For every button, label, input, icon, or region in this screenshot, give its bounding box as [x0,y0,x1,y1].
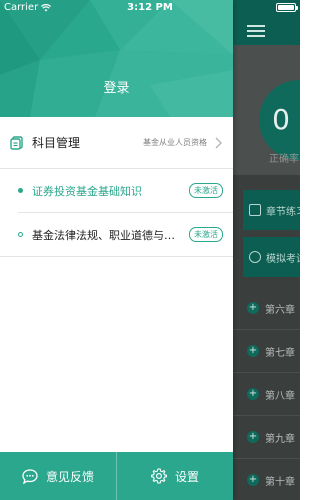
mock-exam-label: 模拟考试 [266,253,300,265]
status-time: 3:12 PM [127,2,173,13]
chapter-label: 第八章 [265,390,295,402]
course-item-fund-law[interactable]: 基金法律法规、职业道德与… 未激活 [0,213,233,256]
chapter-list: + 第六章 + 第七章 + 第八章 + 第九章 + 第十章 [233,287,300,500]
list-item[interactable]: + 第十章 [233,459,300,500]
alarm-icon [249,251,261,263]
feedback-label: 意见反馈 [45,469,94,484]
chevron-right-icon [215,137,222,148]
course-name: 证券投资基金基础知识 [32,184,142,198]
book-icon [249,204,261,216]
plus-icon: + [247,431,259,443]
plus-icon: + [247,302,259,314]
list-item[interactable]: + 第九章 [233,416,300,459]
side-drawer: 登录 科目管理 基金从业人员资格 证券投资基金基础知识 未激活 基金法律法规、职… [0,0,233,500]
drawer-header[interactable]: 登录 [0,0,233,117]
background-app: 0 正确率 章节练习 模拟考试 +第六章 +第七章 +第八章 +第九章 +第十章 [233,0,300,500]
plus-icon: + [247,388,259,400]
login-label[interactable]: 登录 [0,77,233,96]
divider [0,256,233,257]
list-item[interactable]: + 第八章 [233,373,300,416]
inactive-dot-icon [18,232,23,237]
chat-bubble-icon [22,468,38,484]
chapter-label: 第六章 [265,304,295,316]
subject-management-title: 科目管理 [32,136,81,150]
list-item[interactable]: + 第六章 [233,287,300,330]
settings-button[interactable]: 设置 [117,452,233,500]
gear-icon [151,468,167,484]
subject-management-row[interactable]: 科目管理 基金从业人员资格 [0,117,233,169]
battery-icon [276,3,298,12]
status-bar: Carrier 3:12 PM [0,0,300,16]
course-item-fund-basics[interactable]: 证券投资基金基础知识 未激活 [0,169,233,212]
score-label: 正确率 [269,154,299,165]
list-item[interactable]: + 第七章 [233,330,300,373]
chapter-practice-label: 章节练习 [266,206,300,218]
polygon-background [0,0,233,117]
feedback-button[interactable]: 意见反馈 [0,452,116,500]
qualification-label: 基金从业人员资格 [143,138,207,147]
active-dot-icon [18,188,23,193]
chapter-practice-card[interactable]: 章节练习 [243,190,300,230]
mock-exam-card[interactable]: 模拟考试 [243,237,300,277]
plus-icon: + [247,345,259,357]
document-icon [10,135,23,150]
menu-icon[interactable] [247,25,265,37]
status-badge: 未激活 [189,183,223,198]
chapter-label: 第七章 [265,347,295,359]
chapter-label: 第九章 [265,433,295,445]
settings-label: 设置 [174,469,199,484]
course-name: 基金法律法规、职业道德与… [32,228,175,242]
plus-icon: + [247,474,259,486]
drawer-bottom-bar: 意见反馈 设置 [0,452,233,500]
status-badge: 未激活 [189,227,223,242]
chapter-label: 第十章 [265,476,295,488]
